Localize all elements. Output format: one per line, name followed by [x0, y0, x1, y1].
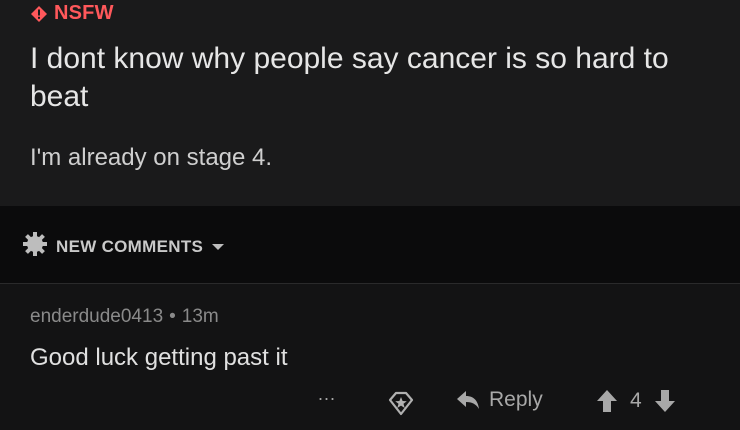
comment: enderdude0413 • 13m Good luck getting pa… [0, 284, 740, 430]
comment-text: Good luck getting past it [30, 344, 288, 371]
post-card: NSFW I dont know why people say cancer i… [0, 0, 740, 206]
nsfw-label: NSFW [54, 2, 114, 24]
post-body: I'm already on stage 4. [30, 144, 273, 171]
nsfw-diamond-icon [30, 5, 48, 23]
sort-gear-icon [22, 231, 48, 262]
sort-label: NEW COMMENTS [56, 236, 204, 256]
comment-author[interactable]: enderdude0413 [30, 306, 163, 328]
comment-sort-dropdown[interactable]: NEW COMMENTS [22, 231, 225, 262]
comment-sort-bar: NEW COMMENTS [0, 206, 740, 284]
meta-separator: • [169, 306, 176, 327]
comment-meta: enderdude0413 • 13m [30, 306, 219, 328]
reply-icon [455, 389, 481, 411]
vote-controls: 4 [596, 389, 676, 413]
reply-button[interactable]: Reply [455, 388, 543, 412]
post-title[interactable]: I dont know why people say cancer is so … [30, 40, 720, 116]
upvote-icon[interactable] [596, 389, 618, 413]
more-button[interactable]: ... [318, 384, 336, 405]
nsfw-tag: NSFW [30, 2, 114, 25]
comment-actions: ... Reply 4 [0, 384, 740, 424]
vote-score: 4 [630, 389, 642, 412]
comment-age: 13m [181, 306, 219, 327]
award-button[interactable] [388, 390, 414, 416]
chevron-down-icon [211, 237, 225, 257]
more-icon: ... [318, 384, 337, 404]
award-icon [388, 390, 414, 416]
reply-label: Reply [489, 388, 543, 411]
downvote-icon[interactable] [654, 389, 676, 413]
